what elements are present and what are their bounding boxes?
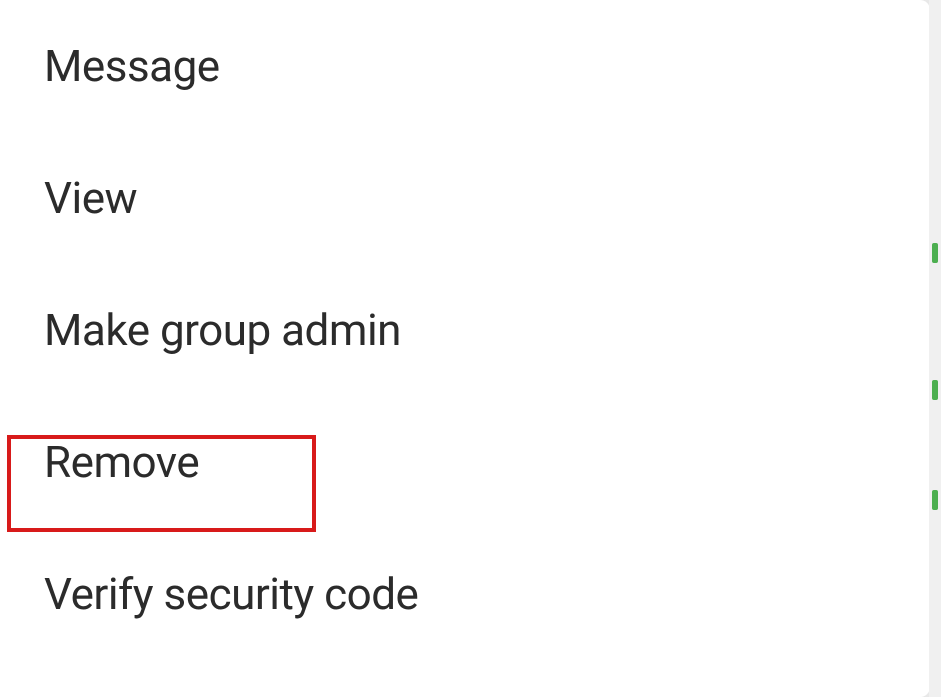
menu-item-label: Make group admin bbox=[0, 304, 401, 356]
status-indicator-icon bbox=[932, 490, 938, 510]
menu-item-view[interactable]: View bbox=[0, 132, 930, 264]
menu-item-label: View bbox=[0, 172, 137, 224]
menu-item-verify-security-code[interactable]: Verify security code bbox=[0, 528, 930, 660]
status-indicator-icon bbox=[932, 380, 938, 400]
menu-item-message[interactable]: Message bbox=[0, 0, 930, 132]
status-indicator-icon bbox=[932, 243, 938, 263]
menu-item-make-group-admin[interactable]: Make group admin bbox=[0, 264, 930, 396]
background-sliver bbox=[929, 0, 941, 697]
menu-item-remove[interactable]: Remove bbox=[0, 396, 930, 528]
context-menu-panel: Message View Make group admin Remove Ver… bbox=[0, 0, 930, 697]
menu-item-label: Remove bbox=[0, 436, 199, 488]
menu-item-label: Verify security code bbox=[0, 568, 418, 620]
menu-item-label: Message bbox=[0, 40, 220, 92]
